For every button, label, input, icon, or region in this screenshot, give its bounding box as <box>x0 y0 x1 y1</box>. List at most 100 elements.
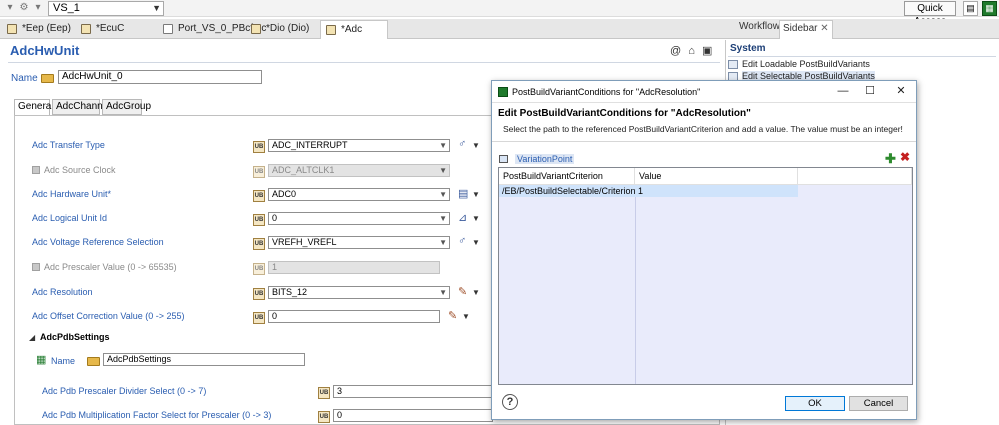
ub-icon: UB <box>318 387 330 399</box>
help-icon[interactable]: ? <box>502 394 518 410</box>
chevron-down-icon[interactable]: ▾ <box>32 2 44 14</box>
at-icon[interactable]: @ <box>670 45 681 57</box>
container-icon: ▦ <box>36 354 47 366</box>
param-label-transfer-type: Adc Transfer Type <box>32 140 105 150</box>
calc-icon[interactable]: ♂ <box>458 235 466 247</box>
variation-point-label: VariationPoint <box>515 154 575 164</box>
variant-select[interactable]: VS_1 ▼ <box>48 1 164 16</box>
ub-icon: UB <box>253 238 265 250</box>
chevron-down-icon[interactable]: ▼ <box>472 190 480 199</box>
pencil-icon[interactable]: ✎ <box>458 285 467 298</box>
chevron-down-icon[interactable]: ▼ <box>472 141 480 150</box>
table-row[interactable]: /EB/PostBuildSelectable/Criterions/... 1 <box>499 185 912 197</box>
tab-label: *Eep (Eep) <box>22 23 71 34</box>
param-label-voltage-reference: Adc Voltage Reference Selection <box>32 237 164 247</box>
gear-icon[interactable]: ⚙ <box>18 2 30 14</box>
calc-icon[interactable]: ♂ <box>458 138 466 150</box>
value-cell[interactable]: 1 <box>635 185 798 197</box>
hardware-unit-select[interactable]: ADC0 ▼ <box>268 188 450 201</box>
tab-dio[interactable]: *Dio (Dio) <box>246 20 318 39</box>
chart-icon[interactable]: ⊿ <box>458 211 467 224</box>
close-icon[interactable]: ✕ <box>820 23 828 34</box>
c-file-icon <box>163 24 173 34</box>
tab-port-pbcfg[interactable]: Port_VS_0_PBcfg.c <box>158 20 266 39</box>
tab-adcchannel[interactable]: AdcChannel <box>52 99 110 115</box>
cancel-button[interactable]: Cancel <box>849 396 908 411</box>
param-label-source-clock: Adc Source Clock <box>44 165 116 175</box>
tab-eep[interactable]: *Eep (Eep) <box>2 20 74 39</box>
pdb-name-label: Name <box>51 356 76 366</box>
chevron-down-icon[interactable]: ▼ <box>472 288 480 297</box>
param-label-offset-correction: Adc Offset Correction Value (0 -> 255) <box>32 311 185 321</box>
logical-unit-id-value: 0 <box>272 213 278 223</box>
collapse-icon[interactable]: ◢ <box>29 333 35 342</box>
page-title: AdcHwUnit <box>10 43 80 58</box>
ok-button[interactable]: OK <box>785 396 845 411</box>
ub-icon: UB <box>253 312 265 324</box>
tab-sidebar-label: Sidebar <box>783 23 818 34</box>
config-file-icon <box>81 24 91 34</box>
source-clock-select: ADC_ALTCLK1 ▼ <box>268 164 450 177</box>
param-label-pdb-multiplication: Adc Pdb Multiplication Factor Select for… <box>42 410 272 420</box>
param-label-pdb-prescaler: Adc Pdb Prescaler Divider Select (0 -> 7… <box>42 386 207 396</box>
source-clock-value: ADC_ALTCLK1 <box>272 165 335 175</box>
chevron-down-icon: ▼ <box>439 141 447 150</box>
dialog-title-bar: PostBuildVariantConditions for "AdcResol… <box>492 81 916 103</box>
enable-checkbox[interactable] <box>32 263 40 271</box>
criterion-cell[interactable]: /EB/PostBuildSelectable/Criterions/... <box>499 185 635 197</box>
delete-icon[interactable]: ✖ <box>900 150 910 164</box>
dialog-title: PostBuildVariantConditions for "AdcResol… <box>512 87 701 97</box>
tab-ecuc[interactable]: *EcuC (EcuC) <box>76 20 156 52</box>
perspective-icon[interactable]: ▤ <box>963 1 978 16</box>
pencil-icon[interactable]: ✎ <box>448 309 457 322</box>
home-icon[interactable]: ⌂ <box>688 45 695 57</box>
minimize-icon[interactable]: — <box>832 83 854 99</box>
chevron-down-icon: ▼ <box>152 3 161 13</box>
resolution-select[interactable]: BITS_12 ▼ <box>268 286 450 299</box>
ub-icon: UB <box>253 263 265 275</box>
param-label-resolution: Adc Resolution <box>32 287 93 297</box>
sidebar-item-label: Edit Loadable PostBuildVariants <box>742 59 870 69</box>
sidebar-toggle-icon[interactable]: ▣ <box>702 44 712 57</box>
offset-correction-field[interactable]: 0 <box>268 310 440 323</box>
tresos-perspective-icon[interactable]: ▦ <box>982 1 997 16</box>
chevron-down-icon[interactable]: ▼ <box>462 312 470 321</box>
transfer-type-select[interactable]: ADC_INTERRUPT ▼ <box>268 139 450 152</box>
pdb-multiplication-field[interactable]: 0 <box>333 409 493 422</box>
section-title: AdcPdbSettings <box>40 332 110 342</box>
tab-label: *Dio (Dio) <box>266 23 310 34</box>
pdb-name-field[interactable]: AdcPdbSettings <box>103 353 305 366</box>
add-icon[interactable]: ✚ <box>885 151 896 167</box>
column-header[interactable]: PostBuildVariantCriterion <box>499 168 635 185</box>
ub-icon: UB <box>253 166 265 178</box>
column-header[interactable]: Value <box>635 168 798 185</box>
sidebar-item-edit-loadable[interactable]: Edit Loadable PostBuildVariants <box>728 59 870 69</box>
tab-adc[interactable]: *Adc (Adc)✕ <box>320 20 388 53</box>
tab-sidebar[interactable]: Sidebar ✕ <box>779 20 833 39</box>
sidebar-heading: System <box>730 43 766 54</box>
param-label-hardware-unit: Adc Hardware Unit* <box>32 189 112 199</box>
maximize-icon[interactable]: ☐ <box>859 83 881 99</box>
ub-icon: UB <box>253 214 265 226</box>
config-file-icon <box>251 24 261 34</box>
chevron-down-icon[interactable]: ▼ <box>472 214 480 223</box>
voltage-reference-select[interactable]: VREFH_VREFL ▼ <box>268 236 450 249</box>
close-icon[interactable]: ✕ <box>890 83 912 99</box>
quick-access-field[interactable]: Quick Access <box>904 1 956 27</box>
logical-unit-id-select[interactable]: 0 ▼ <box>268 212 450 225</box>
table-icon[interactable]: ▤ <box>458 187 468 200</box>
ub-icon: UB <box>253 141 265 153</box>
ub-icon: UB <box>253 288 265 300</box>
pdb-prescaler-field[interactable]: 3 <box>333 385 493 398</box>
name-field[interactable]: AdcHwUnit_0 <box>58 70 262 84</box>
enable-checkbox[interactable] <box>32 166 40 174</box>
folder-icon <box>87 357 100 366</box>
tab-general[interactable]: General <box>14 99 54 116</box>
wrench-icon[interactable]: ▾ <box>4 2 16 14</box>
dialog-subtitle: Edit PostBuildVariantConditions for "Adc… <box>498 108 751 119</box>
chevron-down-icon: ▼ <box>439 214 447 223</box>
tab-adcgroup[interactable]: AdcGroup <box>102 99 151 115</box>
column-divider <box>635 185 636 384</box>
config-file-icon <box>7 24 17 34</box>
chevron-down-icon[interactable]: ▼ <box>472 238 480 247</box>
